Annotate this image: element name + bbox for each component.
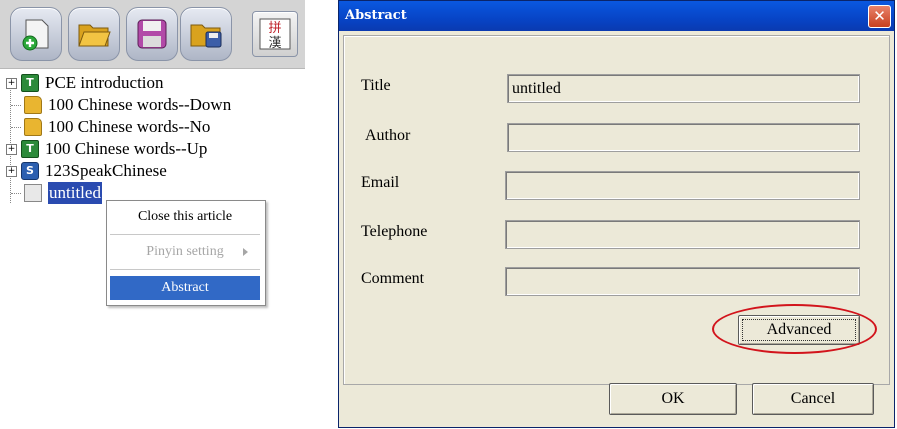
tree-connector	[11, 126, 21, 128]
abstract-dialog: Abstract ✕ Title untitled Author Email T…	[338, 0, 895, 428]
title-field[interactable]: untitled	[507, 74, 860, 103]
save-as-button[interactable]	[180, 7, 232, 61]
tree-item-label: 123SpeakChinese	[45, 161, 167, 180]
svg-text:漢: 漢	[268, 36, 281, 51]
open-folder-icon	[78, 24, 111, 47]
telephone-label: Telephone	[361, 223, 428, 240]
comment-label: Comment	[361, 270, 425, 287]
folder-icon	[24, 96, 42, 114]
text-icon: T	[21, 74, 39, 92]
tree-item-chinese-words-up[interactable]: + T 100 Chinese words--Up	[6, 138, 207, 160]
email-field[interactable]	[505, 171, 860, 200]
save-as-icon	[190, 24, 222, 48]
comment-field[interactable]	[505, 267, 860, 296]
text-icon: T	[21, 140, 39, 158]
menu-separator	[110, 269, 260, 270]
expand-icon[interactable]: +	[6, 77, 17, 89]
menu-item-close-article[interactable]: Close this article	[110, 205, 260, 229]
tree-item-chinese-words-down[interactable]: 100 Chinese words--Down	[11, 94, 231, 116]
dialog-title: Abstract	[345, 8, 407, 23]
ok-button[interactable]: OK	[609, 383, 737, 415]
tree-item-label: 100 Chinese words--No	[48, 117, 211, 136]
tree-connector	[11, 104, 21, 106]
speak-icon: S	[21, 162, 39, 180]
author-label: Author	[365, 127, 411, 144]
dialog-title-bar[interactable]: Abstract ✕	[339, 1, 894, 31]
new-document-icon	[22, 19, 49, 51]
author-field[interactable]	[507, 123, 860, 152]
expand-icon[interactable]: +	[6, 165, 17, 177]
pinyin-button[interactable]: 拼 漢	[252, 11, 298, 57]
menu-separator	[110, 234, 260, 235]
save-button[interactable]	[126, 7, 178, 61]
submenu-arrow-icon	[243, 248, 248, 256]
tree-item-label: PCE introduction	[45, 73, 164, 92]
email-label: Email	[361, 174, 400, 191]
folder-icon	[24, 118, 42, 136]
tree-item-pce-introduction[interactable]: + T PCE introduction	[6, 72, 164, 94]
svg-text:拼: 拼	[268, 21, 281, 36]
menu-item-label: Pinyin setting	[146, 244, 224, 259]
close-icon[interactable]: ✕	[868, 5, 891, 28]
highlight-annotation	[712, 304, 877, 354]
title-label: Title	[361, 77, 391, 94]
expand-icon[interactable]: +	[6, 143, 17, 155]
tree-item-label: 100 Chinese words--Up	[45, 139, 208, 158]
tree-item-label: untitled	[48, 182, 102, 204]
menu-item-abstract[interactable]: Abstract	[110, 276, 260, 300]
cancel-button[interactable]: Cancel	[752, 383, 874, 415]
open-button[interactable]	[68, 7, 120, 61]
context-menu: Close this article Pinyin setting Abstra…	[106, 200, 266, 306]
tree-connector	[11, 192, 21, 194]
tree-item-untitled[interactable]: untitled	[11, 182, 102, 204]
pinyin-icon: 拼 漢	[259, 18, 291, 51]
tree-item-chinese-words-no[interactable]: 100 Chinese words--No	[11, 116, 210, 138]
document-icon	[24, 184, 42, 202]
telephone-field[interactable]	[505, 220, 860, 249]
tree-item-123speakchinese[interactable]: + S 123SpeakChinese	[6, 160, 167, 182]
save-icon	[137, 19, 167, 49]
menu-item-pinyin-setting[interactable]: Pinyin setting	[110, 240, 260, 264]
toolbar: 拼 漢	[0, 0, 305, 69]
tree-item-label: 100 Chinese words--Down	[48, 95, 232, 114]
new-document-button[interactable]	[10, 7, 62, 61]
